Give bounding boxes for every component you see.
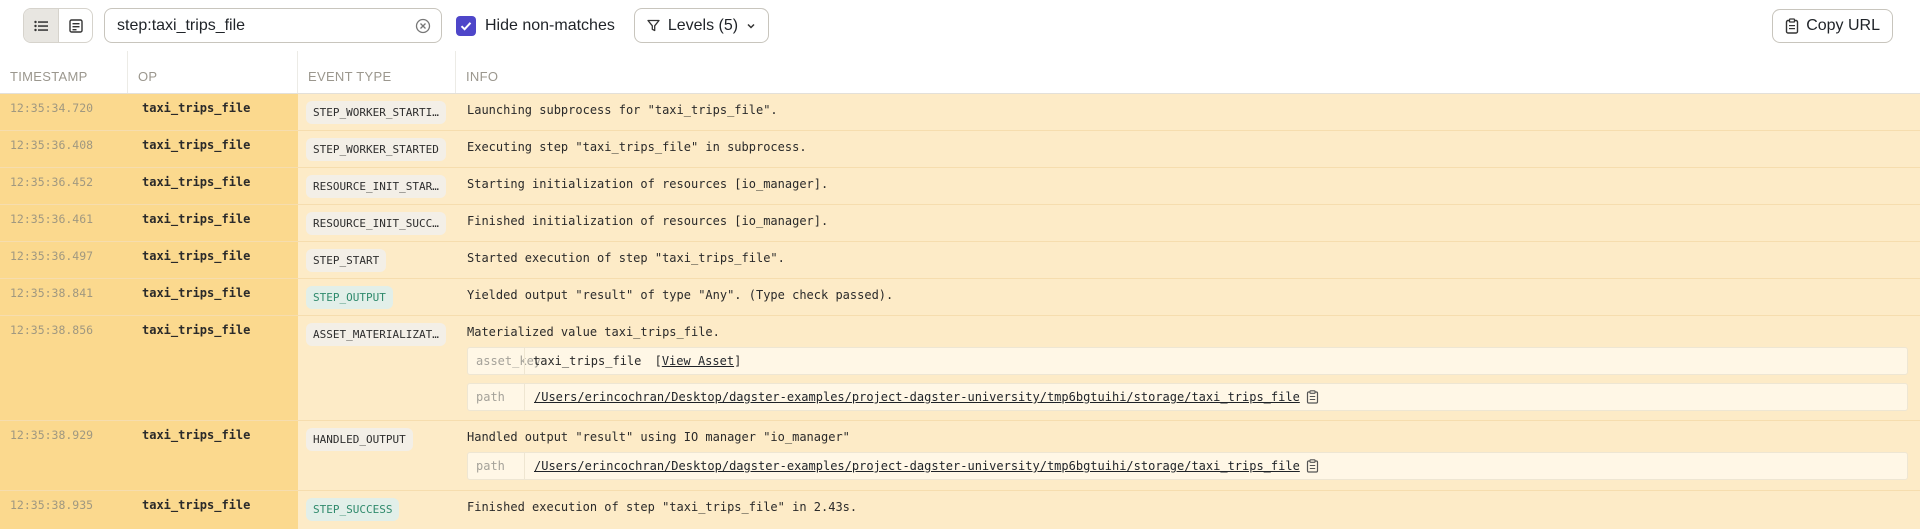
metadata-value: taxi_trips_file [View Asset] xyxy=(524,348,741,374)
list-icon xyxy=(34,20,48,31)
search-field[interactable] xyxy=(104,8,442,43)
hide-non-matches-checkbox[interactable] xyxy=(456,15,476,36)
row-op: taxi_trips_file xyxy=(128,131,298,167)
row-op: taxi_trips_file xyxy=(128,168,298,204)
event-type-tag: HANDLED_OUTPUT xyxy=(306,428,413,451)
row-info-text: Materialized value taxi_trips_file. xyxy=(467,325,720,339)
row-op: taxi_trips_file xyxy=(128,421,298,490)
event-type-tag: STEP_WORKER_STARTI… xyxy=(306,101,446,124)
metadata-value: /Users/erincochran/Desktop/dagster-examp… xyxy=(524,384,1319,410)
row-op: taxi_trips_file xyxy=(128,279,298,315)
row-info-text: Handled output "result" using IO manager… xyxy=(467,430,850,444)
copy-icon[interactable] xyxy=(1306,390,1319,404)
table-row[interactable]: 12:35:36.461 taxi_trips_file RESOURCE_IN… xyxy=(0,205,1920,242)
row-info: Finished execution of step "taxi_trips_f… xyxy=(467,500,858,514)
row-info: Starting initialization of resources [io… xyxy=(467,177,829,191)
row-info: Materialized value taxi_trips_file. asse… xyxy=(456,316,1920,420)
metadata-key: path xyxy=(476,459,505,473)
path-link[interactable]: /Users/erincochran/Desktop/dagster-examp… xyxy=(534,459,1300,473)
document-icon xyxy=(68,18,83,33)
row-info: Finished initialization of resources [io… xyxy=(467,214,829,228)
metadata-entry-asset-key: asset_key taxi_trips_file [View Asset] xyxy=(467,347,1908,375)
row-timestamp: 12:35:34.720 xyxy=(0,94,128,130)
view-asset-bracket: [View Asset] xyxy=(647,354,742,368)
chevron-down-icon xyxy=(747,23,755,29)
check-icon xyxy=(460,21,472,31)
table-row[interactable]: 12:35:38.841 taxi_trips_file STEP_OUTPUT… xyxy=(0,279,1920,316)
row-info: Launching subprocess for "taxi_trips_fil… xyxy=(467,103,778,117)
log-table-header: TIMESTAMP OP EVENT TYPE INFO xyxy=(0,51,1920,94)
column-header-event-type[interactable]: EVENT TYPE xyxy=(298,51,456,93)
row-event-type: HANDLED_OUTPUT xyxy=(298,421,456,490)
table-row[interactable]: 12:35:38.856 taxi_trips_file ASSET_MATER… xyxy=(0,316,1920,421)
column-header-timestamp[interactable]: TIMESTAMP xyxy=(0,51,128,93)
row-event-type: ASSET_MATERIALIZAT… xyxy=(298,316,456,420)
metadata-key: asset_key xyxy=(476,354,542,368)
row-event-type: RESOURCE_INIT_STAR… xyxy=(298,168,456,204)
table-row[interactable]: 12:35:38.935 taxi_trips_file STEP_SUCCES… xyxy=(0,491,1920,529)
metadata-key: path xyxy=(476,390,505,404)
view-asset-link[interactable]: View Asset xyxy=(662,354,734,368)
row-timestamp: 12:35:38.935 xyxy=(0,491,128,529)
column-header-info[interactable]: INFO xyxy=(456,51,1920,93)
copy-url-button[interactable]: Copy URL xyxy=(1772,9,1893,43)
row-info: Handled output "result" using IO manager… xyxy=(456,421,1920,490)
row-op: taxi_trips_file xyxy=(128,242,298,278)
table-row[interactable]: 12:35:36.497 taxi_trips_file STEP_START … xyxy=(0,242,1920,279)
path-link[interactable]: /Users/erincochran/Desktop/dagster-examp… xyxy=(534,390,1300,404)
event-type-tag: STEP_START xyxy=(306,249,387,272)
row-timestamp: 12:35:36.461 xyxy=(0,205,128,241)
row-timestamp: 12:35:36.408 xyxy=(0,131,128,167)
copy-icon[interactable] xyxy=(1306,459,1319,473)
structured-view-button[interactable] xyxy=(58,9,92,42)
asset-key-value: taxi_trips_file xyxy=(533,354,642,368)
copy-url-label: Copy URL xyxy=(1806,17,1880,34)
search-input[interactable] xyxy=(117,16,415,35)
event-type-tag: STEP_WORKER_STARTED xyxy=(306,138,446,161)
event-type-tag: ASSET_MATERIALIZAT… xyxy=(306,323,446,346)
row-event-type: RESOURCE_INIT_SUCC… xyxy=(298,205,456,241)
clear-icon[interactable] xyxy=(415,18,431,34)
row-info: Started execution of step "taxi_trips_fi… xyxy=(467,251,785,265)
row-event-type: STEP_START xyxy=(298,242,456,278)
row-info: Yielded output "result" of type "Any". (… xyxy=(467,288,894,302)
table-row[interactable]: 12:35:38.929 taxi_trips_file HANDLED_OUT… xyxy=(0,421,1920,491)
row-timestamp: 12:35:38.856 xyxy=(0,316,128,420)
row-event-type: STEP_WORKER_STARTI… xyxy=(298,94,456,130)
metadata-entry-path: path /Users/erincochran/Desktop/dagster-… xyxy=(467,383,1908,411)
clipboard-icon xyxy=(1785,18,1799,34)
table-row[interactable]: 12:35:36.408 taxi_trips_file STEP_WORKER… xyxy=(0,131,1920,168)
event-type-tag: STEP_OUTPUT xyxy=(306,286,393,309)
toolbar: Hide non-matches Levels (5) Copy URL xyxy=(0,0,1920,51)
hide-non-matches-toggle[interactable]: Hide non-matches xyxy=(456,15,615,36)
row-event-type: STEP_OUTPUT xyxy=(298,279,456,315)
levels-label: Levels (5) xyxy=(667,16,739,34)
metadata-value: /Users/erincochran/Desktop/dagster-examp… xyxy=(524,453,1319,479)
row-event-type: STEP_WORKER_STARTED xyxy=(298,131,456,167)
hide-non-matches-label: Hide non-matches xyxy=(485,16,615,34)
row-timestamp: 12:35:38.929 xyxy=(0,421,128,490)
column-header-op[interactable]: OP xyxy=(128,51,298,93)
log-table-body: 12:35:34.720 taxi_trips_file STEP_WORKER… xyxy=(0,94,1920,529)
levels-filter-button[interactable]: Levels (5) xyxy=(633,8,770,43)
row-event-type: STEP_SUCCESS xyxy=(298,491,456,529)
row-timestamp: 12:35:36.497 xyxy=(0,242,128,278)
filter-icon xyxy=(647,19,660,32)
event-type-tag: RESOURCE_INIT_STAR… xyxy=(306,175,446,198)
row-op: taxi_trips_file xyxy=(128,94,298,130)
row-timestamp: 12:35:38.841 xyxy=(0,279,128,315)
view-toggle xyxy=(23,8,93,43)
event-type-tag: STEP_SUCCESS xyxy=(306,498,400,521)
row-info: Executing step "taxi_trips_file" in subp… xyxy=(467,140,807,154)
event-type-tag: RESOURCE_INIT_SUCC… xyxy=(306,212,446,235)
row-op: taxi_trips_file xyxy=(128,205,298,241)
row-op: taxi_trips_file xyxy=(128,491,298,529)
metadata-entry-path: path /Users/erincochran/Desktop/dagster-… xyxy=(467,452,1908,480)
table-row[interactable]: 12:35:36.452 taxi_trips_file RESOURCE_IN… xyxy=(0,168,1920,205)
table-row[interactable]: 12:35:34.720 taxi_trips_file STEP_WORKER… xyxy=(0,94,1920,131)
row-timestamp: 12:35:36.452 xyxy=(0,168,128,204)
row-op: taxi_trips_file xyxy=(128,316,298,420)
list-view-button[interactable] xyxy=(24,9,58,42)
